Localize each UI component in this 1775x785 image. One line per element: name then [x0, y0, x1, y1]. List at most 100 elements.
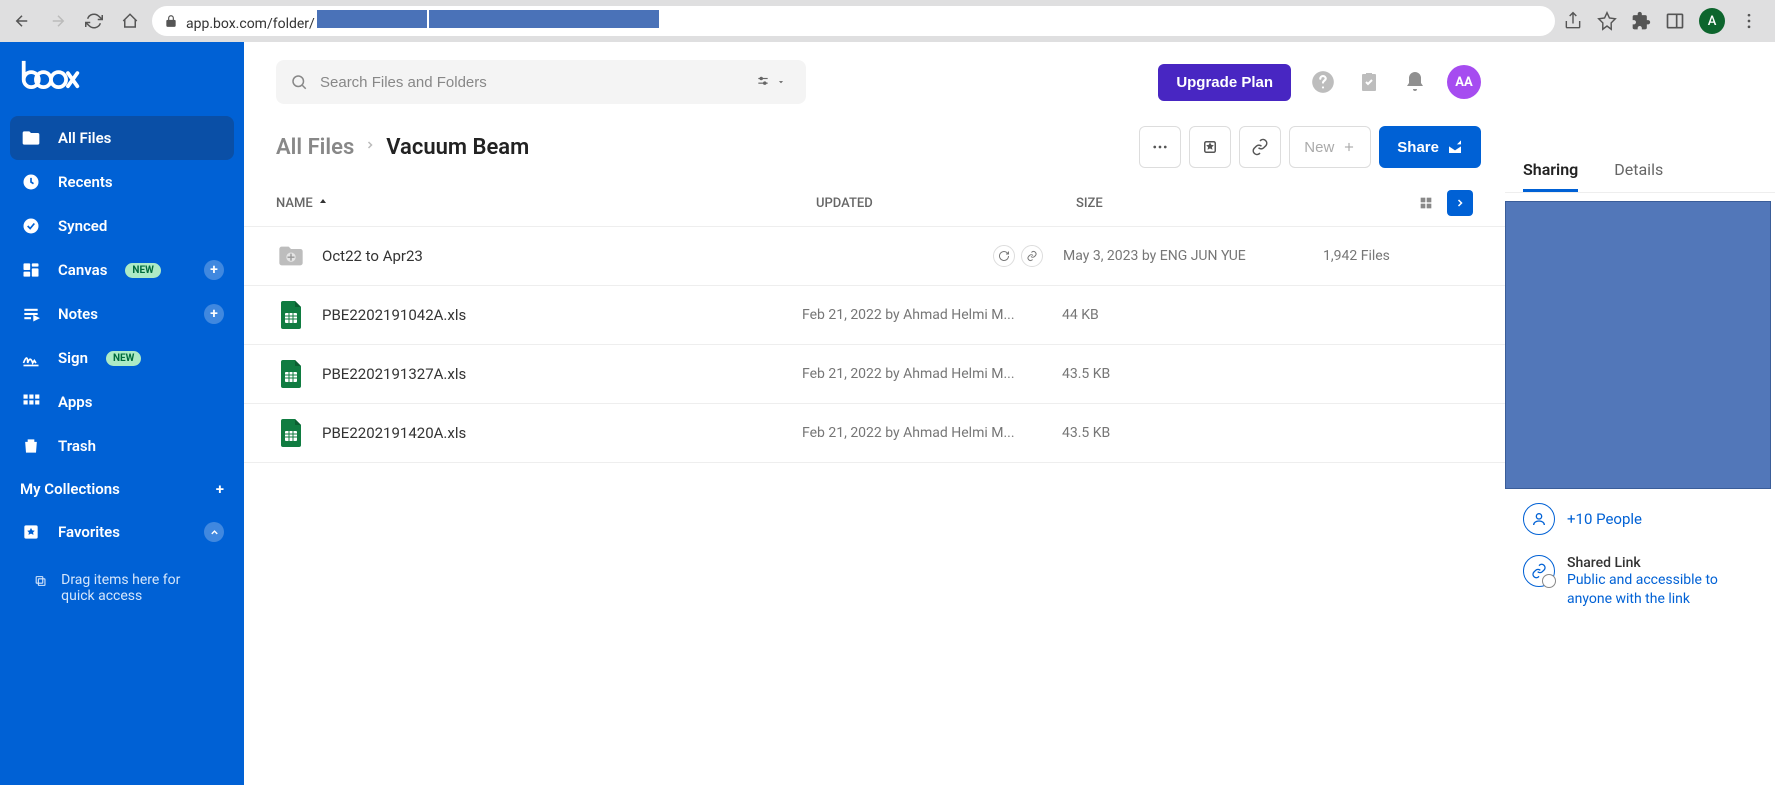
shared-link-desc[interactable]: Public and accessible to anyone with the…	[1567, 571, 1757, 609]
sidebar-item-synced[interactable]: Synced	[0, 204, 244, 248]
breadcrumb-current: Vacuum Beam	[386, 135, 529, 160]
home-button[interactable]	[116, 7, 144, 35]
panel-icon[interactable]	[1665, 11, 1685, 31]
collection-button[interactable]	[1189, 126, 1231, 168]
browser-toolbar: app.box.com/folder/ A	[0, 0, 1775, 42]
new-badge: NEW	[125, 263, 160, 278]
extensions-icon[interactable]	[1631, 11, 1651, 31]
sidebar-section-collections[interactable]: My Collections +	[0, 468, 244, 510]
share-button[interactable]: Share	[1379, 126, 1481, 168]
sidebar-item-sign[interactable]: Sign NEW	[0, 336, 244, 380]
panel-toggle-button[interactable]	[1447, 190, 1473, 216]
xls-file-icon	[276, 300, 306, 330]
table-row[interactable]: PBE2202191042A.xlsFeb 21, 2022 by Ahmad …	[244, 285, 1505, 344]
sidebar-item-all-files[interactable]: All Files	[10, 116, 234, 160]
sidebar-item-canvas[interactable]: Canvas NEW +	[0, 248, 244, 292]
forward-button[interactable]	[44, 7, 72, 35]
search-box[interactable]	[276, 60, 806, 104]
shared-link-label: Shared Link	[1567, 555, 1757, 571]
add-button[interactable]: +	[204, 260, 224, 280]
globe-badge-icon	[1542, 574, 1556, 588]
user-avatar[interactable]: AA	[1447, 65, 1481, 99]
column-header-updated[interactable]: UPDATED	[816, 196, 1076, 211]
sidebar-item-label: Synced	[58, 217, 107, 235]
chevron-right-icon	[364, 139, 376, 155]
canvas-icon	[20, 259, 42, 281]
xls-file-icon	[276, 359, 306, 389]
file-name[interactable]: PBE2202191327A.xls	[322, 365, 466, 383]
new-button[interactable]: New	[1289, 126, 1371, 168]
sidebar-item-apps[interactable]: Apps	[0, 380, 244, 424]
sidebar-item-label: Trash	[58, 437, 96, 455]
file-size: 44 KB	[1062, 307, 1212, 323]
favorites-drop-zone[interactable]: Drag items here for quick access	[20, 558, 224, 618]
drop-hint-text: Drag items here for quick access	[61, 572, 210, 604]
file-name[interactable]: PBE2202191420A.xls	[322, 424, 466, 442]
sync-icon	[993, 245, 1015, 267]
help-icon[interactable]	[1309, 68, 1337, 96]
table-row[interactable]: Oct22 to Apr23May 3, 2023 by ENG JUN YUE…	[244, 226, 1505, 285]
column-headers: NAME UPDATED SIZE	[244, 168, 1505, 226]
more-people-link[interactable]: +10 People	[1567, 510, 1642, 528]
file-updated: Feb 21, 2022 by Ahmad Helmi M...	[802, 366, 1062, 382]
redacted-content	[1505, 201, 1771, 489]
tasks-icon[interactable]	[1355, 68, 1383, 96]
filter-icon[interactable]	[748, 73, 792, 91]
file-size: 1,942 Files	[1323, 248, 1473, 264]
redacted-segment	[429, 10, 659, 28]
link-icon	[1021, 245, 1043, 267]
browser-profile-avatar[interactable]: A	[1699, 8, 1725, 34]
file-size: 43.5 KB	[1062, 425, 1212, 441]
sidebar-item-label: All Files	[58, 129, 111, 147]
shared-link-row[interactable]: Shared Link Public and accessible to any…	[1505, 539, 1775, 625]
more-people-row[interactable]: +10 People	[1505, 499, 1775, 539]
file-name[interactable]: Oct22 to Apr23	[322, 247, 423, 265]
file-name[interactable]: PBE2202191042A.xls	[322, 306, 466, 324]
add-button[interactable]: +	[216, 480, 224, 498]
clock-icon	[20, 171, 42, 193]
link-icon	[1523, 555, 1555, 587]
search-icon	[290, 73, 308, 91]
box-logo[interactable]	[0, 48, 244, 116]
sidebar: All Files Recents Synced Canvas NEW + No…	[0, 42, 244, 785]
url-text: app.box.com/folder/	[186, 10, 659, 32]
sidebar-item-label: Recents	[58, 173, 113, 191]
new-badge: NEW	[106, 351, 141, 366]
bookmark-star-icon[interactable]	[1597, 11, 1617, 31]
more-actions-button[interactable]	[1139, 126, 1181, 168]
table-row[interactable]: PBE2202191327A.xls Feb 21, 2022 by Ahmad …	[244, 344, 1505, 403]
sidebar-item-favorites[interactable]: Favorites	[0, 510, 244, 554]
person-icon	[1523, 503, 1555, 535]
link-button[interactable]	[1239, 126, 1281, 168]
sidebar-item-notes[interactable]: Notes +	[0, 292, 244, 336]
address-bar[interactable]: app.box.com/folder/	[152, 6, 1555, 36]
grid-view-button[interactable]	[1413, 190, 1439, 216]
reload-button[interactable]	[80, 7, 108, 35]
column-header-size[interactable]: SIZE	[1076, 196, 1226, 211]
tab-details[interactable]: Details	[1614, 160, 1663, 192]
tab-sharing[interactable]: Sharing	[1523, 160, 1578, 192]
section-label: My Collections	[20, 480, 120, 498]
folder-icon	[20, 127, 42, 149]
sort-arrow-up-icon	[317, 197, 329, 209]
sidebar-item-recents[interactable]: Recents	[0, 160, 244, 204]
table-row[interactable]: PBE2202191420A.xlsFeb 21, 2022 by Ahmad …	[244, 403, 1505, 463]
breadcrumb-root[interactable]: All Files	[276, 135, 354, 160]
row-badges	[993, 245, 1043, 267]
xls-file-icon	[276, 418, 306, 448]
redacted-segment	[317, 10, 427, 28]
notifications-icon[interactable]	[1401, 68, 1429, 96]
sidebar-item-label: Apps	[58, 393, 92, 411]
add-button[interactable]: +	[204, 304, 224, 324]
share-page-icon[interactable]	[1563, 11, 1583, 31]
upgrade-plan-button[interactable]: Upgrade Plan	[1158, 64, 1291, 101]
sidebar-item-label: Favorites	[58, 523, 120, 541]
back-button[interactable]	[8, 7, 36, 35]
search-input[interactable]	[320, 74, 736, 91]
chevron-up-icon[interactable]	[204, 522, 224, 542]
file-size: 43.5 KB	[1062, 366, 1212, 382]
column-header-name[interactable]: NAME	[276, 196, 816, 211]
overflow-menu-icon[interactable]	[1739, 11, 1759, 31]
sign-icon	[20, 347, 42, 369]
sidebar-item-trash[interactable]: Trash	[0, 424, 244, 468]
